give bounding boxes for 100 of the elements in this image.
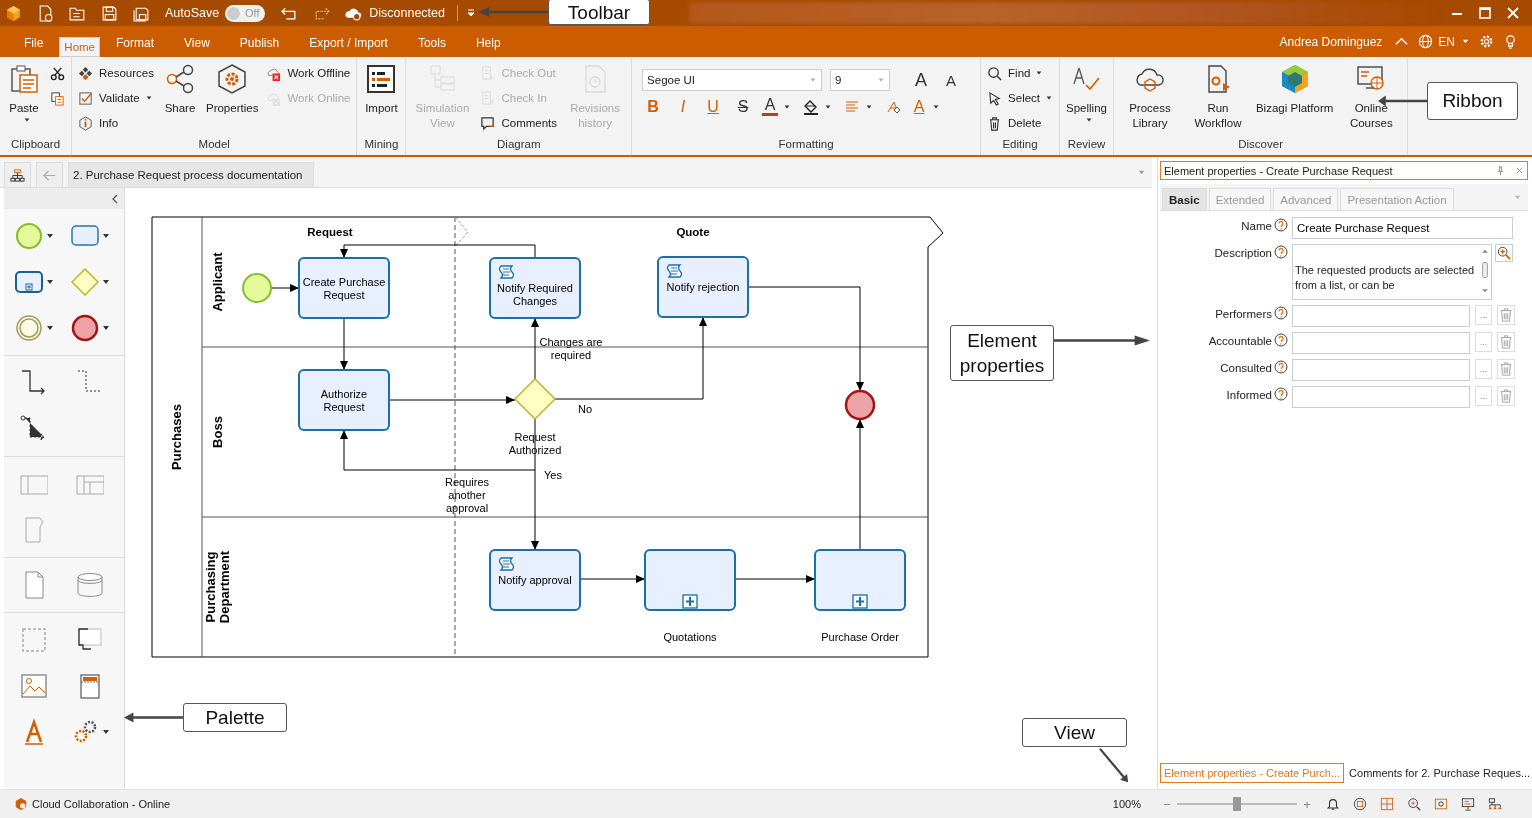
caret-icon[interactable] xyxy=(865,102,874,111)
help-icon[interactable] xyxy=(1274,306,1288,320)
task-box[interactable] xyxy=(298,369,390,431)
task-box[interactable] xyxy=(489,257,581,319)
autosave-toggle[interactable]: Off xyxy=(225,4,266,22)
ribbon-button[interactable]: Paste xyxy=(6,61,42,124)
font-size-dropdown[interactable]: 9 xyxy=(830,69,891,91)
caret-icon[interactable] xyxy=(103,279,109,285)
presentation-icon[interactable] xyxy=(1461,797,1475,811)
panel-tab[interactable]: Comments for 2. Purchase Reques... xyxy=(1346,763,1532,783)
diagram-tab[interactable] xyxy=(4,162,31,187)
caret-icon[interactable] xyxy=(103,729,109,735)
text-style-button[interactable]: I xyxy=(672,97,695,116)
ribbon-button[interactable]: Bizagi Platform xyxy=(1255,61,1334,116)
start-event-icon[interactable] xyxy=(15,222,43,250)
menu-tab[interactable]: Publish xyxy=(225,29,294,57)
browse-button[interactable]: ... xyxy=(1475,386,1492,406)
caret-icon[interactable] xyxy=(783,102,792,111)
font-dropdown[interactable]: Segoe UI xyxy=(642,69,823,91)
help-icon[interactable] xyxy=(1274,333,1288,347)
close-icon[interactable] xyxy=(1515,166,1524,175)
properties-tab[interactable]: Advanced xyxy=(1273,188,1339,210)
lightbulb-icon[interactable] xyxy=(1503,34,1518,49)
image-icon[interactable] xyxy=(20,672,48,700)
end-event-icon[interactable] xyxy=(71,314,99,342)
text-direction-button[interactable]: A xyxy=(911,97,928,116)
caret-icon[interactable] xyxy=(47,279,53,285)
menu-tab[interactable]: View xyxy=(170,29,224,57)
sequence-flow[interactable] xyxy=(340,317,348,371)
bell-icon[interactable] xyxy=(1326,797,1340,811)
properties-tab[interactable]: Basic xyxy=(1162,188,1207,210)
input-field[interactable] xyxy=(1292,305,1470,327)
caret-icon[interactable] xyxy=(103,325,109,331)
customize-caret-icon[interactable] xyxy=(465,8,476,18)
sequence-flow[interactable] xyxy=(531,469,539,551)
ribbon-button[interactable]: Delete xyxy=(987,113,1054,133)
grow-font-button[interactable]: A xyxy=(910,69,933,91)
task-box[interactable] xyxy=(298,257,390,319)
menu-tab[interactable]: Help xyxy=(461,29,515,57)
ribbon-button[interactable]: Validate xyxy=(78,88,154,108)
ribbon-button[interactable]: Info xyxy=(78,113,154,133)
text-style-button[interactable]: B xyxy=(642,97,665,116)
slider-thumb[interactable] xyxy=(1233,797,1241,811)
language-selector[interactable]: EN xyxy=(1438,34,1455,49)
collapse-icon[interactable] xyxy=(110,193,120,204)
ribbon-button[interactable]: Run Workflow xyxy=(1187,61,1248,131)
globe-icon[interactable] xyxy=(1418,34,1434,49)
properties-tab[interactable]: Presentation Action xyxy=(1340,188,1454,210)
end-event[interactable] xyxy=(844,389,876,421)
settings-icon[interactable] xyxy=(1479,34,1494,49)
paint-bucket-icon[interactable] xyxy=(803,98,820,115)
ribbon-button[interactable]: Resources xyxy=(78,63,154,83)
menu-tab[interactable]: Home xyxy=(59,37,101,57)
new-file-icon[interactable] xyxy=(37,4,54,22)
subprocess-icon[interactable] xyxy=(15,268,43,296)
browse-button[interactable]: ... xyxy=(1475,305,1492,325)
caret-icon[interactable] xyxy=(824,102,833,111)
sequence-flow[interactable] xyxy=(856,418,864,551)
user-name[interactable]: Andrea Dominguez xyxy=(1279,34,1383,49)
caret-icon[interactable] xyxy=(932,102,941,111)
help-icon[interactable] xyxy=(1274,360,1288,374)
ribbon-button[interactable]: Find xyxy=(987,63,1054,83)
sequence-flow[interactable] xyxy=(734,575,816,583)
subprocess-box[interactable] xyxy=(644,549,736,611)
document-tab[interactable]: 2. Purchase Request process documentation xyxy=(68,162,314,187)
text-style-button[interactable]: S xyxy=(732,97,755,116)
input-field[interactable] xyxy=(1292,332,1470,354)
input-field[interactable] xyxy=(1292,386,1470,408)
browse-button[interactable]: ... xyxy=(1475,359,1492,379)
caret-icon[interactable] xyxy=(47,233,53,239)
sequence-flow[interactable] xyxy=(579,575,646,583)
pin-icon[interactable] xyxy=(1496,166,1505,175)
input-field[interactable] xyxy=(1292,359,1470,381)
sequence-flow[interactable] xyxy=(270,284,300,292)
fit-icon[interactable] xyxy=(1353,797,1367,811)
text-style-button[interactable]: U xyxy=(702,97,725,116)
sequence-flow[interactable] xyxy=(531,317,539,380)
subprocess-box[interactable] xyxy=(814,549,906,611)
ribbon-button[interactable]: Process Library xyxy=(1119,61,1180,131)
ribbon-button[interactable]: Select xyxy=(987,88,1054,108)
zoom-in-button[interactable]: + xyxy=(1301,796,1313,812)
ribbon-button[interactable]: Import xyxy=(363,61,400,116)
help-icon[interactable] xyxy=(1274,218,1288,232)
font-color-button[interactable]: A xyxy=(762,97,779,116)
help-icon[interactable] xyxy=(1274,387,1288,401)
task-box[interactable] xyxy=(489,549,581,611)
caret-icon[interactable] xyxy=(47,325,53,331)
frame-icon[interactable] xyxy=(1434,797,1448,811)
ribbon-button[interactable]: Share xyxy=(161,61,198,116)
layout-icon[interactable] xyxy=(1488,797,1502,811)
maximize-icon[interactable] xyxy=(1479,7,1491,19)
help-icon[interactable] xyxy=(1274,245,1288,259)
ribbon-button[interactable]: Comments xyxy=(480,113,558,133)
zoom-in-icon[interactable] xyxy=(1407,797,1421,811)
ribbon-button[interactable]: Work Offline xyxy=(266,63,351,83)
sequence-flow[interactable] xyxy=(388,396,516,404)
ribbon-button[interactable]: Spelling xyxy=(1066,61,1107,124)
menu-tab[interactable]: Tools xyxy=(403,29,460,57)
menu-tab[interactable]: Format xyxy=(102,29,169,57)
shrink-font-button[interactable]: A xyxy=(940,71,963,89)
